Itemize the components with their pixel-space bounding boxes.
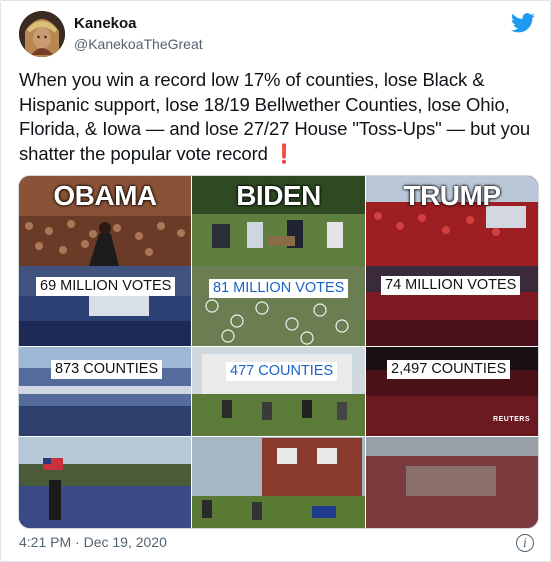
obama-rally-photo: OBAMA [19,176,191,266]
biden-votes-label: 81 MILLION VOTES [209,279,349,298]
tweet-timestamp[interactable]: 4:21 PM · Dec 19, 2020 [19,534,167,550]
grid-divider [19,346,538,347]
grid-divider [191,176,192,528]
tweet-image[interactable]: OBAMA BIDEN TRUMP REUTERS 69 MILLION VOT… [18,175,539,529]
trump-rally-photo: TRUMP [366,176,538,266]
avatar[interactable] [19,11,65,57]
trump-votes-label: 74 MILLION VOTES [381,276,521,295]
obama-heading: OBAMA [53,180,157,211]
photo-credit: REUTERS [493,416,530,423]
author-name[interactable]: Kanekoa [74,15,137,32]
grid-divider [19,436,538,437]
exclamation-emoji-icon: ❗ [272,142,296,164]
info-icon[interactable]: i [516,534,534,552]
biden-event-photo: BIDEN [192,176,365,266]
biden-counties-label: 477 COUNTIES [226,362,338,381]
trump-aerial-photo [366,436,538,528]
biden-circles-photo [192,266,365,346]
tweet-card: Kanekoa @KanekoaTheGreat When you win a … [0,0,551,562]
obama-counties-label: 873 COUNTIES [51,360,163,379]
author-handle[interactable]: @KanekoaTheGreat [74,36,203,52]
avatar-portrait-icon [19,11,65,57]
biden-heading: BIDEN [236,180,321,211]
biden-lawn-photo [192,346,365,436]
twitter-bird-icon[interactable] [511,13,535,33]
trump-counties-label: 2,497 COUNTIES [387,360,511,379]
trump-heading: TRUMP [403,180,501,211]
obama-votes-label: 69 MILLION VOTES [36,277,176,296]
biden-house-photo [192,436,365,528]
obama-rally-photo-2 [19,436,191,528]
grid-divider [365,176,366,528]
tweet-text: When you win a record low 17% of countie… [19,68,534,166]
